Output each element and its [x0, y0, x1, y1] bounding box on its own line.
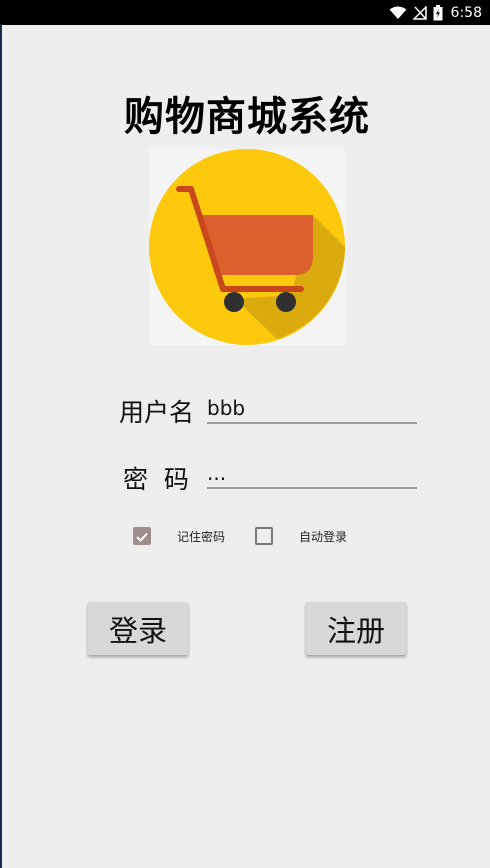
username-label: 用户名	[119, 398, 195, 427]
app-title: 购物商城系统	[124, 94, 370, 140]
checkmark-icon	[136, 532, 148, 542]
signal-icon	[412, 5, 427, 20]
auto-login-checkbox[interactable]	[255, 527, 273, 545]
login-button[interactable]: 登录	[88, 602, 188, 655]
status-time: 6:58	[450, 4, 482, 21]
password-field[interactable]	[207, 459, 417, 489]
shopping-cart-icon	[149, 149, 345, 345]
password-label: 密 码	[123, 465, 189, 494]
register-button[interactable]: 注册	[306, 602, 406, 655]
remember-password-checkbox[interactable]	[133, 527, 151, 545]
username-field[interactable]	[207, 394, 417, 424]
wifi-icon	[389, 6, 407, 19]
remember-password-label: 记住密码	[177, 530, 226, 544]
battery-charging-icon	[433, 4, 443, 20]
status-bar: 6:58	[0, 0, 490, 25]
auto-login-label: 自动登录	[299, 530, 348, 544]
